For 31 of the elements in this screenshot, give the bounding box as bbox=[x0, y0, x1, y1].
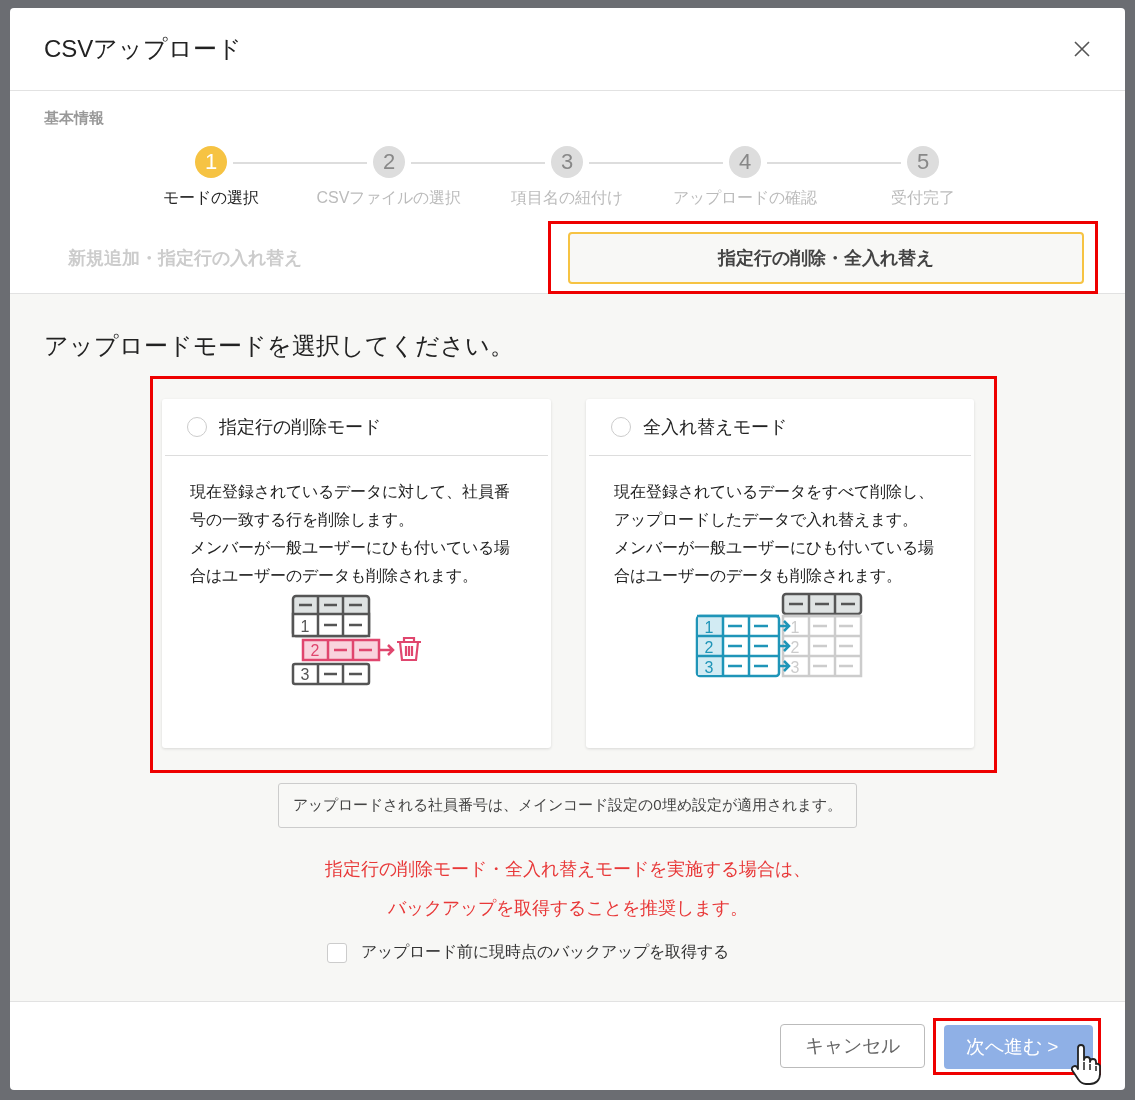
step-label: 項目名の紐付け bbox=[511, 188, 623, 208]
step-label: CSVファイルの選択 bbox=[316, 188, 462, 208]
card-description: 現在登録されているデータに対して、社員番号の一致する行を削除します。 bbox=[190, 482, 511, 530]
mode-card[interactable]: 指定行の削除モード 現在登録されているデータに対して、社員番号の一致する行を削除します。 メンバーが一般ユーザーにひも付いている場合はユーザーのデータも削除されます。 1 2 3 bbox=[162, 399, 551, 748]
close-icon[interactable] bbox=[1073, 40, 1091, 58]
row-delete-drawing: 1 2 3 bbox=[281, 592, 432, 688]
card-title: 全入れ替えモード bbox=[642, 416, 787, 439]
card-title: 指定行の削除モード bbox=[219, 416, 381, 439]
step-number: 3 bbox=[551, 146, 583, 178]
step-number: 5 bbox=[907, 146, 939, 178]
warning-text: 指定行の削除モード・全入れ替えモードを実施する場合は、 bbox=[324, 858, 811, 881]
step-label: アップロードの確認 bbox=[673, 188, 817, 208]
card-description: 現在登録されているデータをすべて削除し、アップロードしたデータで入れ替えます。 bbox=[613, 482, 934, 530]
step-number: 4 bbox=[729, 146, 761, 178]
radio-button[interactable] bbox=[610, 417, 631, 437]
step-number: 2 bbox=[373, 146, 405, 178]
step-label: モードの選択 bbox=[163, 188, 259, 208]
card-description: メンバーが一般ユーザーにひも付いている場合はユーザーのデータも削除されます。 bbox=[190, 538, 511, 586]
card-description: メンバーが一般ユーザーにひも付いている場合はユーザーのデータも削除されます。 bbox=[613, 538, 934, 586]
step-number: 1 bbox=[195, 146, 227, 178]
mode-tab[interactable]: 指定行の削除・全入れ替え bbox=[568, 232, 1084, 284]
step-label: 受付完了 bbox=[891, 188, 955, 208]
warning-text: バックアップを取得することを推奨します。 bbox=[387, 897, 748, 920]
cancel-button[interactable]: キャンセル bbox=[780, 1024, 925, 1068]
section-label: 基本情報 bbox=[44, 109, 104, 126]
checkbox[interactable] bbox=[326, 942, 347, 963]
prompt-heading: アップロードモードを選択してください。 bbox=[44, 332, 514, 359]
notice-box: アップロードされる社員番号は、メインコード設定の0埋め設定が適用されます。 bbox=[278, 783, 857, 828]
dialog-title: CSVアップロード bbox=[44, 34, 243, 64]
checkbox-label[interactable]: アップロード前に現時点のバックアップを取得する bbox=[360, 942, 729, 963]
radio-button[interactable] bbox=[187, 417, 207, 437]
